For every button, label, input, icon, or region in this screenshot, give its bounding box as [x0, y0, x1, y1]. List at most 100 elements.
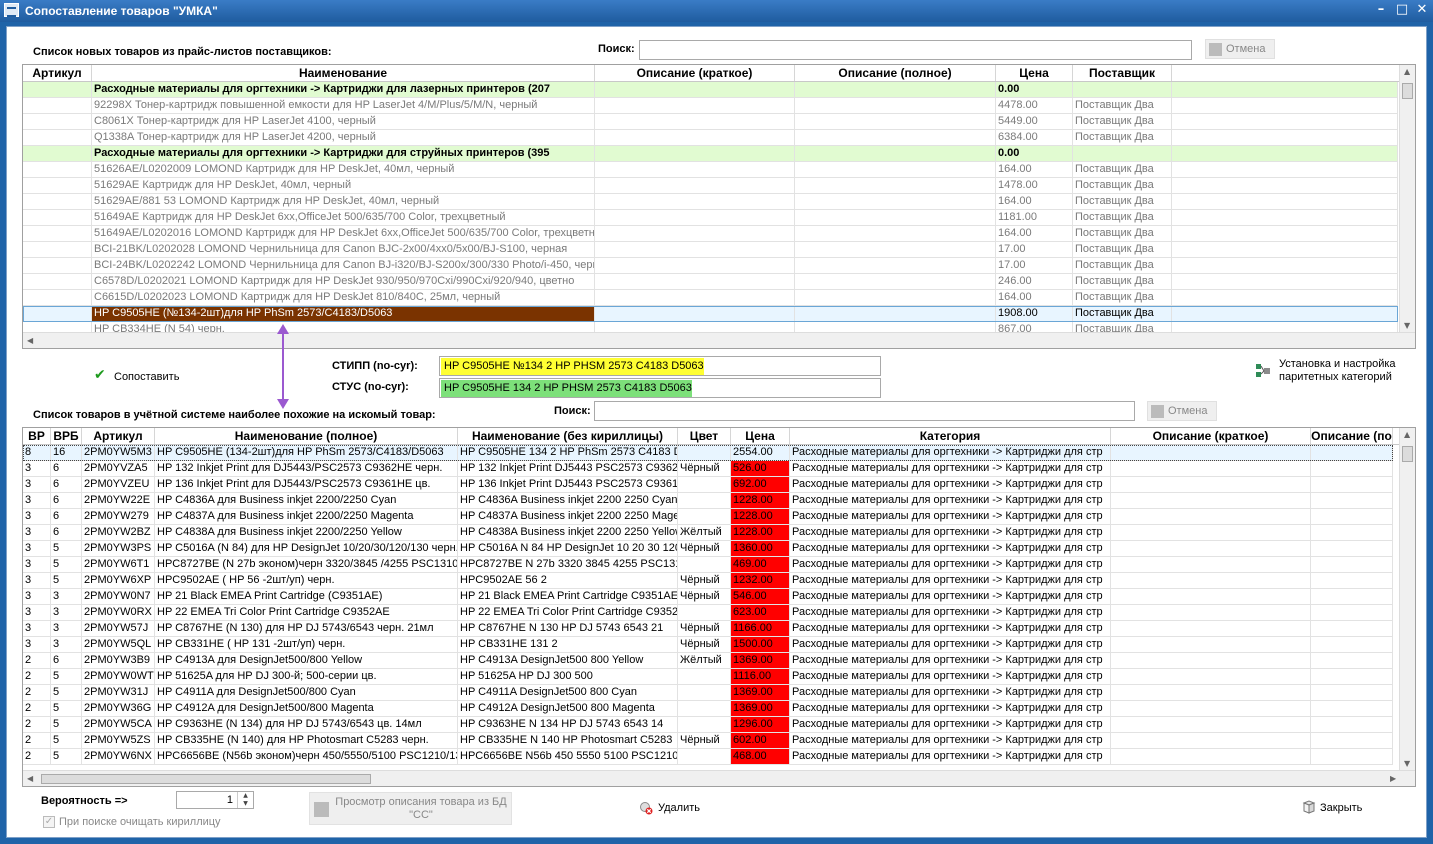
table-row[interactable]: 8 16 2PM0YW5M3 HP C9505HE (134-2шт)для HP P…: [23, 445, 1393, 461]
table-row[interactable]: 51629AE/881 53 LOMOND Картридж для HP De…: [23, 194, 1398, 210]
col-header-3[interactable]: Наименование (полное): [155, 428, 458, 444]
table-row[interactable]: 3 3 2PM0YW57J HP C8767HE (N 130) для HP DJ …: [23, 621, 1393, 637]
col-header-0[interactable]: Артикул: [23, 65, 92, 81]
table-row[interactable]: Q1338A Тонер-картридж для HP LaserJet 42…: [23, 130, 1398, 146]
table-row[interactable]: 3 5 2PM0YW6T1 HPC8727BE (N 27b эконом)черн …: [23, 557, 1393, 573]
table-row[interactable]: C6578D/L0202021 LOMOND Картридж для HP D…: [23, 274, 1398, 290]
col-header-9[interactable]: Описание (по: [1311, 428, 1393, 444]
table-row[interactable]: 51649AE/L0202016 LOMOND Картридж для HP …: [23, 226, 1398, 242]
table-row[interactable]: 2 5 2PM0YW31J HP C4911A для DesignJet500/80…: [23, 685, 1393, 701]
close-window-button[interactable]: ✕: [1412, 1, 1432, 19]
table-row[interactable]: 3 3 2PM0YW0RX HP 22 EMEA Tri Color Print Ca…: [23, 605, 1393, 621]
table-row[interactable]: C8061X Тонер-картридж для HP LaserJet 41…: [23, 114, 1398, 130]
table-row[interactable]: BCI-24BK/L0202242 LOMOND Чернильница для…: [23, 258, 1398, 274]
col-header-2[interactable]: Описание (краткое): [595, 65, 795, 81]
col-header-8[interactable]: Описание (краткое): [1111, 428, 1311, 444]
bottom-search-input[interactable]: [594, 401, 1135, 421]
table-cell: [23, 130, 92, 145]
delete-icon[interactable]: [639, 801, 653, 815]
table-cell: 6384.00: [996, 130, 1073, 145]
table-cell: Поставщик Два: [1073, 98, 1172, 113]
scroll-down-icon[interactable]: ▼: [1404, 321, 1410, 331]
table-cell: Расходные материалы для оргтехники -> Ка…: [790, 477, 1111, 492]
scroll-down-icon[interactable]: ▼: [1404, 759, 1410, 769]
stepper-arrows-icon[interactable]: ▲ ▼: [237, 792, 253, 808]
scroll-left-icon[interactable]: ◀: [27, 774, 33, 784]
table-cell: [1311, 573, 1393, 588]
table-row[interactable]: 3 6 2PM0YW2BZ HP C4838A для Business inkjet…: [23, 525, 1393, 541]
table-row[interactable]: C6615D/L0202023 LOMOND Картридж для HP D…: [23, 290, 1398, 306]
table-row[interactable]: 3 6 2PM0YVZA5 HP 132 Inkjet Print для DJ544…: [23, 461, 1393, 477]
col-header-4[interactable]: Наименование (без кириллицы): [458, 428, 678, 444]
table-cell: [23, 82, 92, 97]
table-row[interactable]: 51626AE/L0202009 LOMOND Картридж для HP …: [23, 162, 1398, 178]
table-row[interactable]: 3 5 2PM0YW3PS HP C5016A (N 84) для HP Desig…: [23, 541, 1393, 557]
table-cell: [1111, 477, 1311, 492]
col-header-2[interactable]: Артикул: [82, 428, 155, 444]
table-row[interactable]: 3 3 2PM0YW5QL HP CB331HE ( HP 131 -2шт/уп) …: [23, 637, 1393, 653]
table-row[interactable]: 2 5 2PM0YW5ZS HP CB335HE (N 140) для HP Pho…: [23, 733, 1393, 749]
table-row[interactable]: 3 6 2PM0YW22E HP C4836A для Business inkjet…: [23, 493, 1393, 509]
col-header-4[interactable]: Цена: [996, 65, 1073, 81]
table-row[interactable]: 2 5 2PM0YW5CA HP C9363HE (N 134) для HP DJ …: [23, 717, 1393, 733]
col-header-3[interactable]: Описание (полное): [795, 65, 996, 81]
table-row[interactable]: Расходные материалы для оргтехники -> Ка…: [23, 146, 1398, 162]
table-cell: [1172, 114, 1398, 129]
view-description-button[interactable]: Просмотр описания товара из БД "СС": [309, 792, 512, 825]
scroll-left-icon[interactable]: ◀: [27, 336, 33, 346]
close-button[interactable]: Закрыть: [1320, 802, 1362, 814]
category-settings-link-line2[interactable]: паритетных категорий: [1279, 371, 1392, 383]
col-header-5[interactable]: Цвет: [678, 428, 731, 444]
table-row[interactable]: 2 5 2PM0YW6NX HPC6656BE (N56b эконом)черн 4…: [23, 749, 1393, 765]
table-row[interactable]: 3 5 2PM0YW6XP HPC9502AE ( HP 56 -2шт/уп) че…: [23, 573, 1393, 589]
delete-button[interactable]: Удалить: [658, 802, 700, 814]
scroll-up-icon[interactable]: ▲: [1404, 430, 1410, 440]
scroll-up-icon[interactable]: ▲: [1404, 67, 1410, 77]
table-row[interactable]: 92298X Тонер-картридж повышенной емкости…: [23, 98, 1398, 114]
top-cancel-button[interactable]: Отмена: [1205, 39, 1275, 59]
table-cell: 6: [51, 653, 82, 668]
top-search-input[interactable]: [639, 40, 1192, 60]
similar-items-hscroll-thumb[interactable]: [41, 774, 371, 784]
table-row[interactable]: BCI-21BK/L0202028 LOMOND Чернильница для…: [23, 242, 1398, 258]
clear-cyr-checkbox[interactable]: ✓: [43, 816, 55, 828]
table-cell: Поставщик Два: [1073, 194, 1172, 209]
new-items-hscroll[interactable]: ◀: [23, 332, 1415, 348]
match-button[interactable]: Сопоставить: [114, 371, 179, 383]
table-row[interactable]: 2 5 2PM0YW36G HP C4912A для DesignJet500/80…: [23, 701, 1393, 717]
category-settings-icon[interactable]: [1255, 362, 1273, 380]
table-row[interactable]: 3 3 2PM0YW0N7 HP 21 Black EMEA Print Cartri…: [23, 589, 1393, 605]
table-cell: 1908.00: [996, 306, 1073, 321]
table-row[interactable]: 51629AE Картридж для HP DeskJet, 40мл, ч…: [23, 178, 1398, 194]
col-header-5[interactable]: Поставщик: [1073, 65, 1172, 81]
table-cell: 6: [51, 509, 82, 524]
category-settings-link-line1[interactable]: Установка и настройка: [1279, 358, 1396, 370]
table-cell: HP 136 Inkjet Print для DJ5443/PSC2573 C…: [155, 477, 458, 492]
table-cell: 51626AE/L0202009 LOMOND Картридж для HP …: [92, 162, 595, 177]
similar-items-hscroll[interactable]: ◀ ▶: [23, 770, 1415, 786]
col-header-1[interactable]: ВРБ: [51, 428, 82, 444]
table-row[interactable]: 2 5 2PM0YW0WT HP 51625A для HP DJ 300-й; 50…: [23, 669, 1393, 685]
col-header-7[interactable]: Категория: [790, 428, 1111, 444]
close-door-icon[interactable]: [1302, 800, 1316, 814]
similar-items-vscroll-thumb[interactable]: [1402, 446, 1413, 462]
table-row[interactable]: 51649AE Картридж для HP DeskJet 6xx,Offi…: [23, 210, 1398, 226]
similar-items-vscroll[interactable]: ▲ ▼: [1399, 428, 1415, 771]
scroll-right-icon[interactable]: ▶: [1390, 774, 1396, 784]
table-row[interactable]: HP C9505HE (№134-2шт)для HP PhSm 2573/C4…: [23, 306, 1398, 322]
table-cell: [1111, 685, 1311, 700]
bottom-cancel-button[interactable]: Отмена: [1147, 401, 1217, 421]
new-items-vscroll[interactable]: ▲ ▼: [1399, 65, 1415, 333]
table-row[interactable]: 2 6 2PM0YW3B9 HP C4913A для DesignJet500/80…: [23, 653, 1393, 669]
new-items-vscroll-thumb[interactable]: [1402, 83, 1413, 99]
table-row[interactable]: 3 6 2PM0YVZEU HP 136 Inkjet Print для DJ544…: [23, 477, 1393, 493]
maximize-button[interactable]: □: [1392, 1, 1412, 19]
col-header-6[interactable]: Цена: [731, 428, 790, 444]
col-header-0[interactable]: ВР: [23, 428, 51, 444]
minimize-button[interactable]: –: [1371, 1, 1391, 19]
probability-stepper[interactable]: 1 ▲ ▼: [176, 791, 254, 809]
table-row[interactable]: Расходные материалы для оргтехники -> Ка…: [23, 82, 1398, 98]
col-header-1[interactable]: Наименование: [92, 65, 595, 81]
table-cell: 3: [23, 621, 51, 636]
table-row[interactable]: 3 6 2PM0YW279 HP C4837A для Business inkjet…: [23, 509, 1393, 525]
